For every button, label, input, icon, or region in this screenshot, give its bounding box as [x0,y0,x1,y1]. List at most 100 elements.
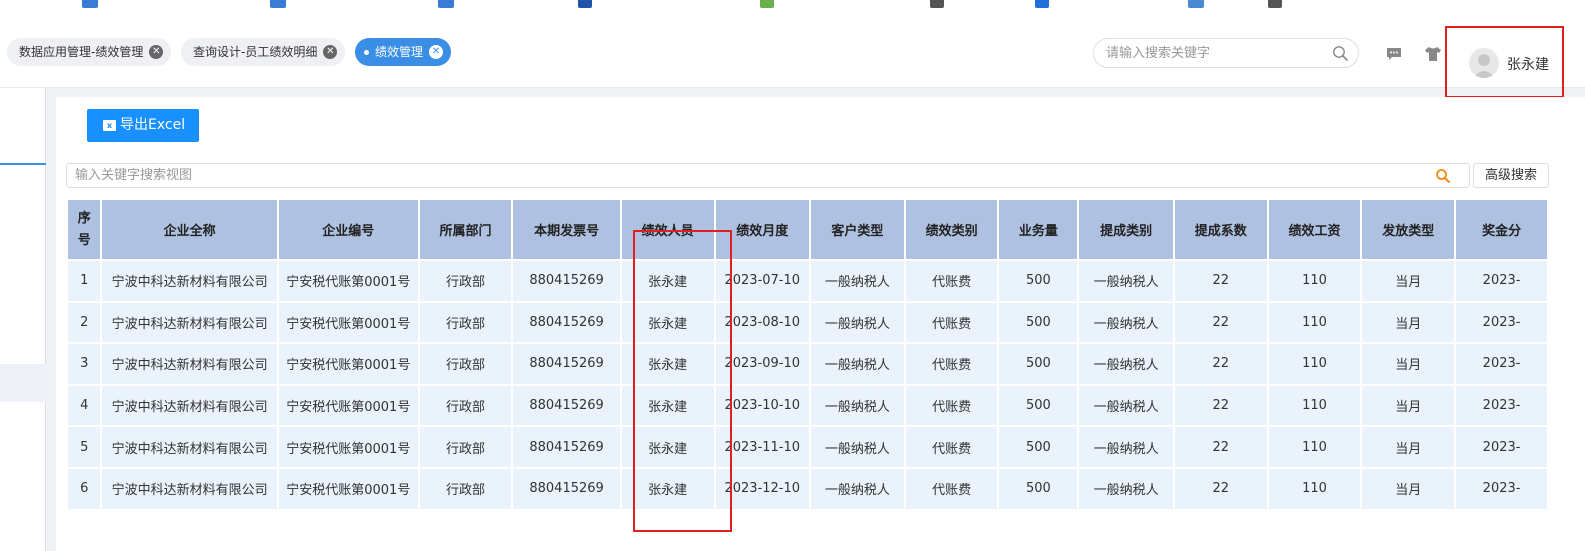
table-cell: 4 [68,385,101,426]
table-cell: 当月 [1362,427,1455,467]
column-header[interactable]: 绩效类别 [905,200,998,259]
table-cell: 110 [1268,302,1361,343]
table-cell: 行政部 [419,427,512,467]
column-header[interactable]: 本期发票号 [513,200,620,259]
table-cell: 一般纳税人 [811,427,904,467]
table-cell: 张永建 [621,344,714,384]
view-search-input[interactable] [75,167,1375,184]
table-cell: 880415269 [513,302,620,343]
column-header[interactable]: 提成系数 [1174,200,1267,259]
search-input[interactable] [1106,44,1326,62]
table-cell: 2 [68,302,101,343]
table-row[interactable]: 4 宁波中科达新材料有限公司 宁安税代账第0001号 行政部 880415269 张永建 2… [68,385,1547,426]
table-cell: 宁波中科达新材料有限公司 [102,302,277,343]
export-excel-button[interactable]: x 导出Excel [87,109,199,142]
table-cell: 行政部 [419,344,512,384]
column-header[interactable]: 客户类型 [811,200,904,259]
table-cell: 110 [1268,261,1361,301]
column-header[interactable]: 所属部门 [419,200,512,259]
sidebar-item-selected[interactable] [0,364,46,402]
close-icon[interactable]: ✕ [323,45,338,59]
bookmark-icon[interactable] [270,0,286,8]
table-row[interactable]: 5 宁波中科达新材料有限公司 宁安税代账第0001号 行政部 880415269 张永建 2… [68,427,1547,467]
column-header[interactable]: 发放类型 [1362,200,1455,259]
column-header[interactable]: 绩效月度 [715,200,810,259]
shirt-icon[interactable] [1424,46,1442,62]
table-cell: 2023- [1456,261,1547,301]
table-cell: 代账费 [905,468,998,509]
table-cell: 2023-12-10 [715,468,810,509]
user-menu[interactable]: 张永建 [1445,26,1564,98]
search-icon[interactable] [1435,168,1451,184]
tab-performance-app[interactable]: 数据应用管理-绩效管理 ✕ [7,38,172,66]
table-cell: 宁波中科达新材料有限公司 [102,468,277,509]
column-header[interactable]: 绩效人员 [621,200,714,259]
bookmark-icon[interactable] [438,0,454,8]
table-row[interactable]: 1 宁波中科达新材料有限公司 宁安税代账第0001号 行政部 880415269 张永建 2… [68,261,1547,301]
advanced-search-button[interactable]: 高级搜索 [1473,163,1549,188]
tab-label: 查询设计-员工绩效明细 [193,45,318,59]
table-cell: 3 [68,344,101,384]
table-cell: 一般纳税人 [1079,344,1173,384]
table-cell: 宁波中科达新材料有限公司 [102,261,277,301]
table-cell: 880415269 [513,344,620,384]
table-cell: 22 [1174,427,1267,467]
table-cell: 22 [1174,385,1267,426]
bookmark-icon[interactable] [1188,0,1204,8]
search-icon[interactable] [1332,45,1348,61]
bookmark-icon[interactable] [82,0,98,8]
column-header[interactable]: 业务量 [999,200,1078,259]
tab-performance-management[interactable]: 绩效管理 ✕ [355,38,452,66]
column-header[interactable]: 奖金分 [1456,200,1547,259]
table-row[interactable]: 2 宁波中科达新材料有限公司 宁安税代账第0001号 行政部 880415269 张永建 2… [68,302,1547,343]
table-cell: 代账费 [905,261,998,301]
global-search [1093,38,1359,68]
table-cell: 2023- [1456,302,1547,343]
table-cell: 2023- [1456,385,1547,426]
table-cell: 一般纳税人 [811,468,904,509]
table-cell: 代账费 [905,344,998,384]
top-header: 数据应用管理-绩效管理 ✕ 查询设计-员工绩效明细 ✕ 绩效管理 ✕ 张永建 [0,10,1585,98]
bookmarks-bar [0,0,1585,10]
column-header[interactable]: 序号 [68,200,101,259]
table-cell: 110 [1268,385,1361,426]
bookmark-icon[interactable] [578,0,592,8]
column-header[interactable]: 企业全称 [102,200,277,259]
tab-employee-detail[interactable]: 查询设计-员工绩效明细 ✕ [181,38,346,66]
close-icon[interactable]: ✕ [149,45,164,59]
tab-label: 绩效管理 [375,45,424,59]
table-cell: 一般纳税人 [811,302,904,343]
table-cell: 行政部 [419,468,512,509]
table-cell: 2023-09-10 [715,344,810,384]
table-row[interactable]: 3 宁波中科达新材料有限公司 宁安税代账第0001号 行政部 880415269 张永建 2… [68,344,1547,384]
bookmark-icon[interactable] [930,0,944,8]
table-cell: 当月 [1362,468,1455,509]
table-cell: 行政部 [419,261,512,301]
bookmark-icon[interactable] [1035,0,1049,8]
table-cell: 880415269 [513,261,620,301]
view-search [66,163,1470,188]
table-cell: 代账费 [905,385,998,426]
table-cell: 500 [999,385,1078,426]
column-header[interactable]: 企业编号 [278,200,418,259]
tab-label: 数据应用管理-绩效管理 [19,45,144,59]
table-cell: 行政部 [419,302,512,343]
table-cell: 宁安税代账第0001号 [278,344,418,384]
table-cell: 一般纳税人 [811,385,904,426]
table-cell: 2023- [1456,427,1547,467]
table-cell: 一般纳税人 [1079,385,1173,426]
table-row[interactable]: 6 宁波中科达新材料有限公司 宁安税代账第0001号 行政部 880415269 张永建 2… [68,468,1547,509]
column-header[interactable]: 提成类别 [1079,200,1173,259]
column-header[interactable]: 绩效工资 [1268,200,1361,259]
table-cell: 500 [999,344,1078,384]
bookmark-icon[interactable] [760,0,774,8]
avatar[interactable] [1469,48,1499,78]
close-icon[interactable]: ✕ [429,45,444,59]
table-cell: 500 [999,261,1078,301]
table-cell: 500 [999,468,1078,509]
excel-icon: x [103,120,116,131]
bookmark-icon[interactable] [1268,0,1282,8]
chat-icon[interactable] [1385,46,1403,62]
table-cell: 一般纳税人 [811,261,904,301]
table-cell: 2023-10-10 [715,385,810,426]
